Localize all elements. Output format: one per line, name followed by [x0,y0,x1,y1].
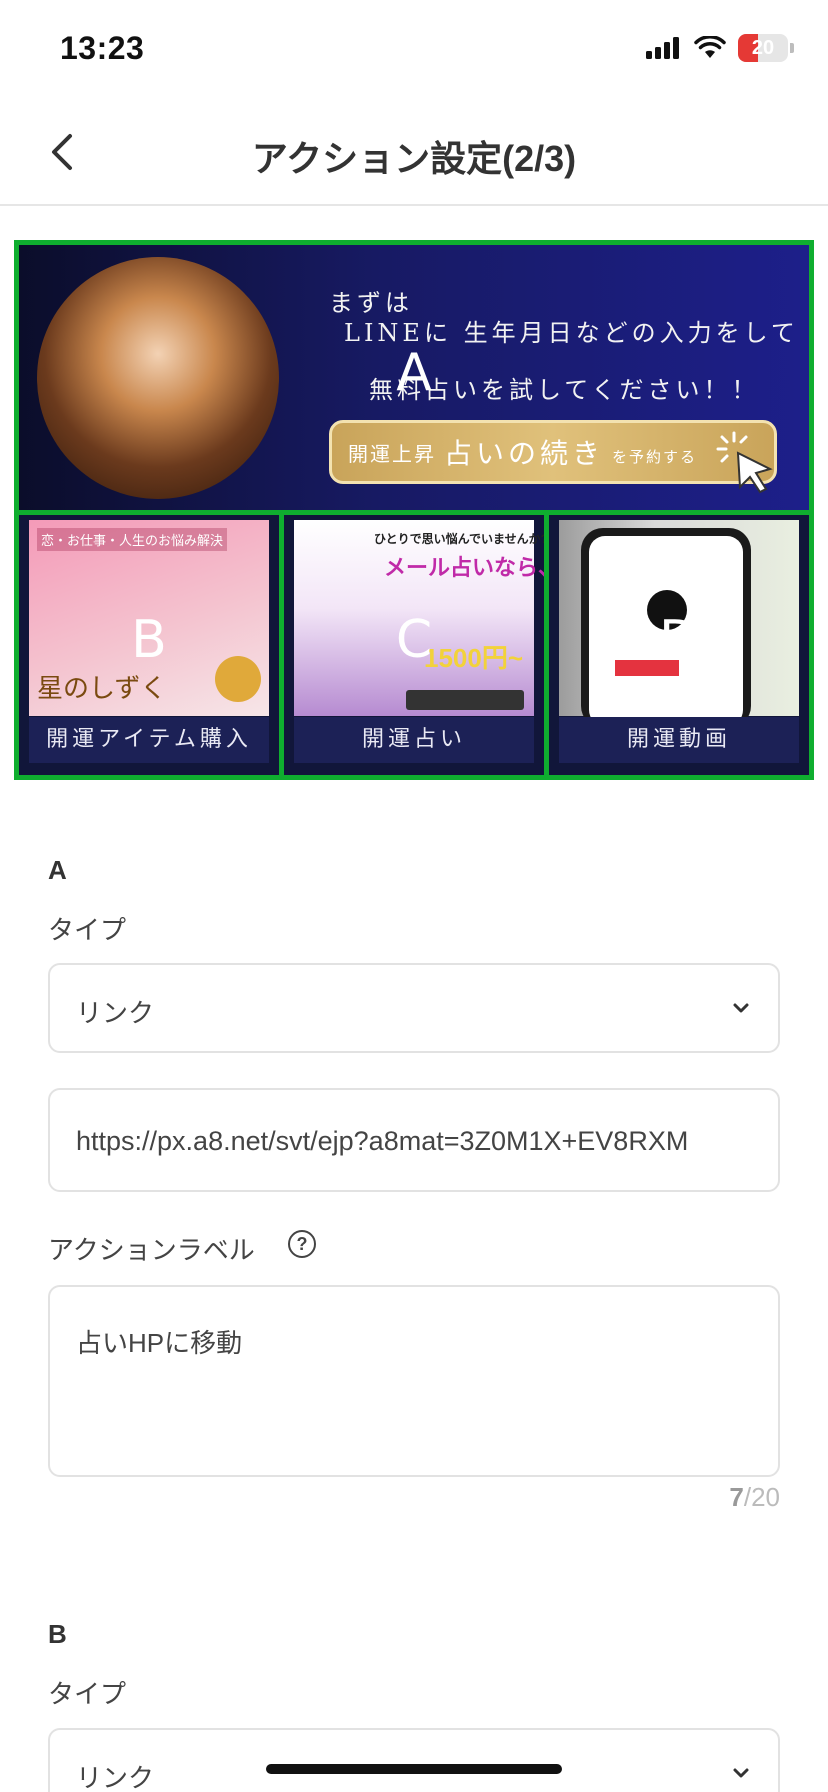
banner-cta: 開運上昇 占いの続き を予約する [329,420,777,494]
char-counter-max: /20 [743,1482,780,1512]
page-title: アクション設定(2/3) [251,138,577,179]
banner-b-brand: 星のしずく [37,674,167,704]
area-b[interactable]: 恋・お仕事・人生のお悩み解決 星のしずく 開運アイテム購入 B [14,510,284,780]
banner-c-text-2: メール占いなら、 [384,555,549,580]
area-b-label: 開運アイテム購入 [29,717,269,763]
area-b-letter: B [131,610,167,670]
area-d-letter: D [658,610,700,670]
wifi-icon [694,36,726,58]
home-indicator[interactable] [266,1764,562,1774]
signal-icon [646,37,679,59]
cursor-click-icon [716,431,773,494]
url-input[interactable]: https://px.a8.net/svt/ejp?a8mat=3Z0M1X+E… [48,1088,780,1192]
help-icon[interactable]: ? [288,1230,316,1258]
area-c[interactable]: ひとりで思い悩んでいませんか? メール占いなら、 1500円~ 開運占い C [279,510,549,780]
banner-b-text: 恋・お仕事・人生のお悩み解決 [37,528,228,551]
section-b-type-select[interactable]: リンク [48,1728,780,1792]
section-b-type-label: タイプ [48,1679,127,1709]
battery-cap [790,43,794,53]
action-label-value: 占いHPに移動 [76,1328,243,1358]
section-a-type-value: リンク [76,998,155,1028]
section-b-type-value: リンク [76,1763,155,1792]
area-c-letter: C [395,610,433,670]
area-a[interactable]: まずは LINEに 生年月日などの入力をして 無料占いを試してください！！ 開運… [14,240,814,515]
rich-menu-preview: まずは LINEに 生年月日などの入力をして 無料占いを試してください！！ 開運… [14,240,814,780]
action-label-title: アクションラベル [48,1235,255,1265]
chevron-down-icon [733,1768,749,1778]
section-a-heading: A [48,855,67,885]
chevron-down-icon [733,1003,749,1013]
area-d-label: 開運動画 [559,717,799,763]
cta-large-text: 占いの続き [444,437,605,470]
cta-small-text: 開運上昇 [348,441,436,466]
char-counter-current: 7 [729,1482,744,1512]
battery-text: 20 [751,37,775,59]
section-b-heading: B [48,1619,67,1649]
section-a-type-select[interactable]: リンク [48,963,780,1053]
status-time: 13:23 [60,30,145,66]
battery-icon: 20 [738,34,788,62]
section-a-type-label: タイプ [48,915,127,945]
url-value: https://px.a8.net/svt/ejp?a8mat=3Z0M1X+E… [76,1126,689,1156]
action-label-textarea[interactable]: 占いHPに移動 [48,1285,780,1477]
char-counter: 7/20 [729,1482,780,1513]
banner-c-text-1: ひとりで思い悩んでいませんか? [374,532,549,546]
nav-header: アクション設定(2/3) [0,100,828,206]
banner-c-button [406,690,524,710]
cta-suffix-text: を予約する [612,447,698,466]
area-c-label: 開運占い [294,717,534,763]
status-bar: 13:23 20 [0,0,828,100]
area-d[interactable]: 開運動画 D [544,510,814,780]
status-icons: 20 [646,34,794,62]
area-a-letter: A [396,343,432,403]
